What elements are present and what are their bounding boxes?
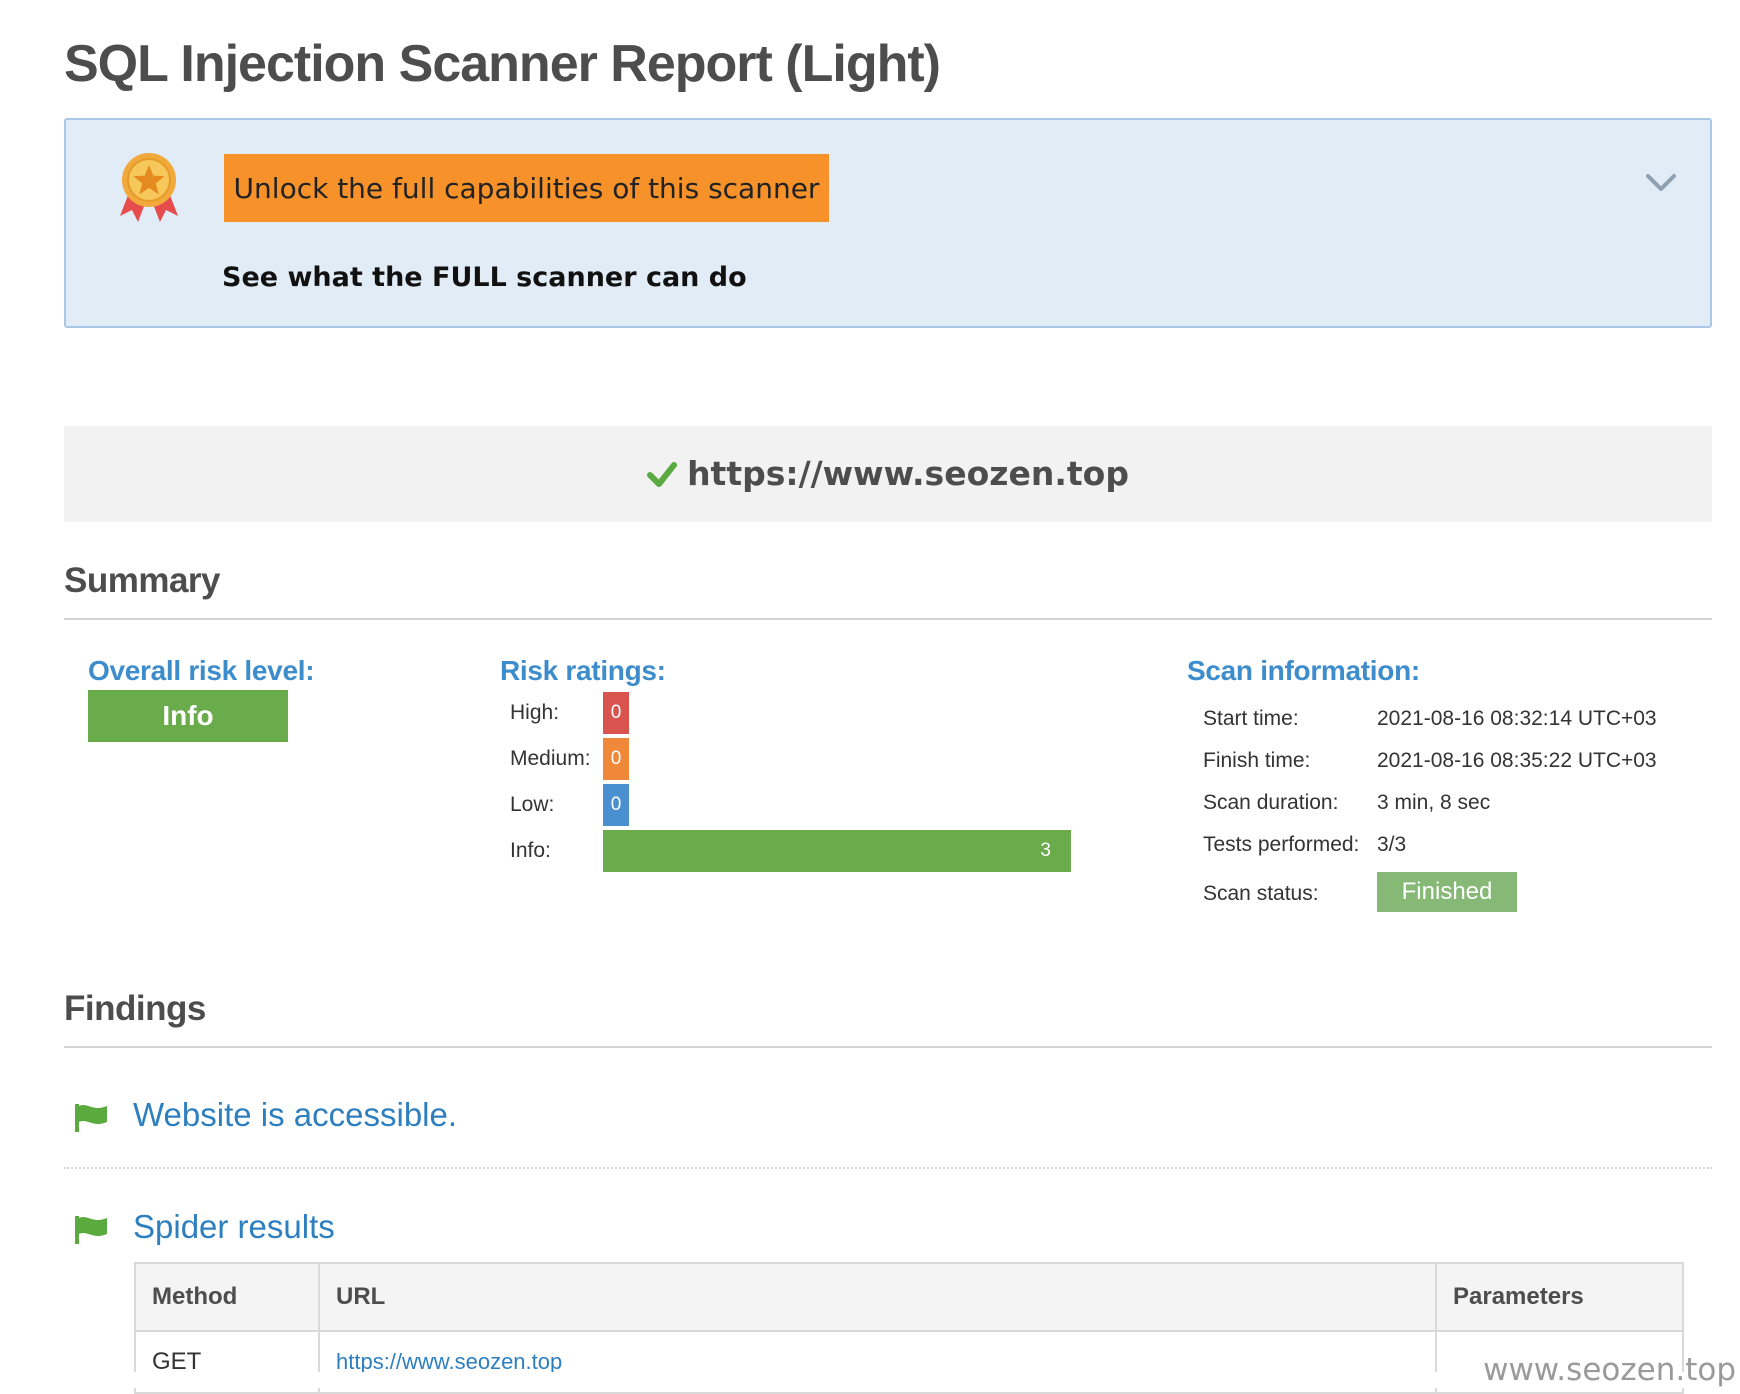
finding-website-accessible[interactable]: Website is accessible.: [133, 1096, 457, 1134]
tests-performed-label: Tests performed:: [1203, 833, 1360, 856]
tests-performed-value: 3/3: [1377, 833, 1407, 856]
finding-spider-results[interactable]: Spider results: [133, 1208, 335, 1246]
finish-time-label: Finish time:: [1203, 749, 1311, 772]
risk-ratings-label: Risk ratings:: [500, 655, 666, 686]
checkmark-icon: [647, 462, 678, 487]
findings-divider: [64, 1046, 1712, 1048]
risk-medium-label: Medium:: [510, 747, 591, 770]
column-header-method: Method: [134, 1262, 320, 1332]
upgrade-banner: Unlock the full capabilities of this sca…: [64, 118, 1712, 328]
table-header-row: Method URL Parameters: [134, 1262, 1684, 1332]
scan-target-bar: https://www.seozen.top: [64, 426, 1712, 522]
target-url: https://www.seozen.top: [687, 454, 1129, 493]
risk-info-bar: 3: [603, 830, 1071, 872]
finish-time-value: 2021-08-16 08:35:22 UTC+03: [1377, 749, 1657, 772]
risk-low-label: Low:: [510, 793, 555, 816]
finding-separator: [64, 1167, 1712, 1169]
column-header-parameters: Parameters: [1435, 1262, 1684, 1332]
start-time-value: 2021-08-16 08:32:14 UTC+03: [1377, 707, 1657, 730]
summary-title: Summary: [64, 561, 221, 600]
overall-risk-badge: Info: [88, 690, 288, 742]
summary-divider: [64, 618, 1712, 620]
unlock-scanner-button[interactable]: Unlock the full capabilities of this sca…: [224, 154, 829, 222]
page-title: SQL Injection Scanner Report (Light): [64, 35, 941, 93]
risk-high-bar: 0: [603, 692, 629, 734]
overall-risk-label: Overall risk level:: [88, 655, 315, 686]
risk-low-bar: 0: [603, 784, 629, 826]
scan-info-label: Scan information:: [1187, 655, 1420, 686]
findings-title: Findings: [64, 989, 206, 1028]
scan-status-label: Scan status:: [1203, 882, 1319, 905]
scan-duration-value: 3 min, 8 sec: [1377, 791, 1491, 814]
column-header-url: URL: [318, 1262, 1437, 1332]
scan-status-badge: Finished: [1377, 872, 1517, 912]
viewport-cutoff: [0, 1372, 1740, 1388]
risk-high-label: High:: [510, 701, 560, 724]
chevron-down-icon[interactable]: [1644, 170, 1678, 194]
promo-subtitle: See what the FULL scanner can do: [222, 262, 747, 293]
flag-icon: [75, 1104, 107, 1132]
medal-icon: [120, 153, 178, 222]
risk-info-label: Info:: [510, 839, 551, 862]
scan-duration-label: Scan duration:: [1203, 791, 1339, 814]
risk-medium-bar: 0: [603, 738, 629, 780]
start-time-label: Start time:: [1203, 707, 1299, 730]
watermark: www.seozen.top: [1483, 1352, 1736, 1388]
flag-icon: [75, 1216, 107, 1244]
